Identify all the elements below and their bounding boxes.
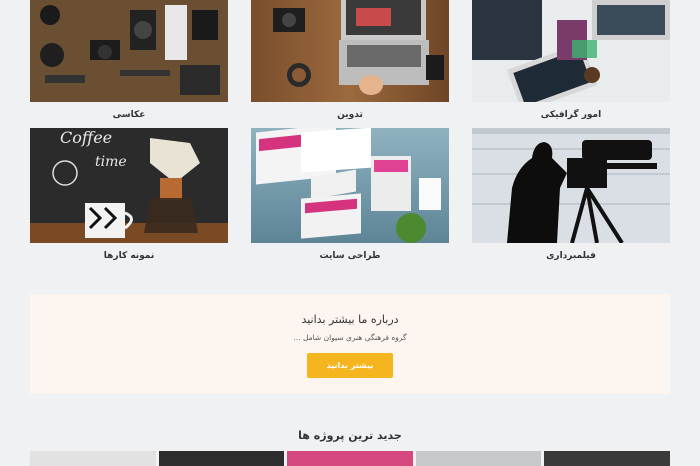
portfolio-card-webdesign[interactable]: طراحی سایت xyxy=(251,128,449,261)
coffee-chalkboard-image: Coffee time xyxy=(30,128,228,243)
learn-more-button[interactable]: بیشتر بدانید xyxy=(307,353,393,378)
card-label: عکاسی xyxy=(112,110,146,120)
project-thumb[interactable] xyxy=(30,451,156,466)
portfolio-card-editing[interactable]: تدوین xyxy=(251,0,449,120)
project-thumb[interactable] xyxy=(544,451,670,466)
card-label: فیلمبرداری xyxy=(546,251,596,261)
project-thumb[interactable] xyxy=(415,451,542,466)
card-label: طراحی سایت xyxy=(319,251,381,261)
video-editing-image xyxy=(251,0,449,102)
filming-image xyxy=(472,128,670,243)
portfolio-card-filming[interactable]: فیلمبرداری xyxy=(472,128,670,261)
portfolio-card-samples[interactable]: Coffee time نمونه کارها xyxy=(30,128,228,261)
about-title: درباره ما بیشتر بدانید xyxy=(301,313,399,326)
card-label: امور گرافیکی xyxy=(540,110,602,120)
about-subtitle: گروه فرهنگی هنری سیوان شامل ... xyxy=(293,333,407,342)
portfolio-card-photography[interactable]: عکاسی xyxy=(30,0,228,120)
svg-text:Coffee: Coffee xyxy=(60,128,112,147)
svg-text:time: time xyxy=(95,154,127,170)
project-thumb[interactable] xyxy=(158,451,285,466)
card-label: نمونه کارها xyxy=(103,251,155,261)
latest-projects-strip xyxy=(30,451,670,466)
graphic-design-image xyxy=(472,0,670,102)
web-design-image xyxy=(251,128,449,243)
about-section: درباره ما بیشتر بدانید گروه فرهنگی هنری … xyxy=(30,294,670,394)
camera-gear-image xyxy=(30,0,228,102)
portfolio-card-graphic[interactable]: امور گرافیکی xyxy=(472,0,670,120)
project-thumb[interactable] xyxy=(287,451,413,466)
card-label: تدوین xyxy=(337,110,363,120)
latest-projects-title: جدید ترین پروژه ها xyxy=(298,429,402,442)
